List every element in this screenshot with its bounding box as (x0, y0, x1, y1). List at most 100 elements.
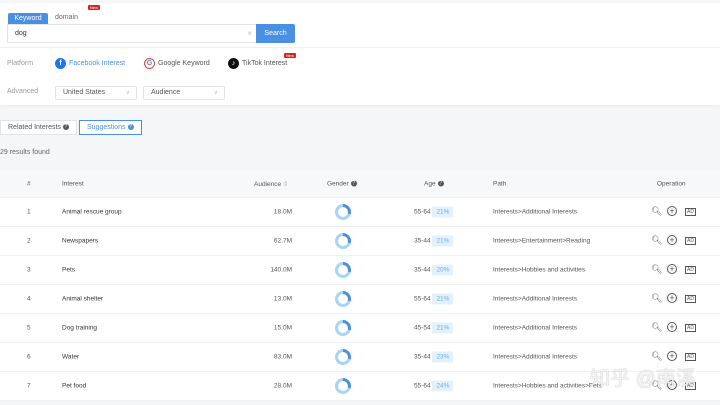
header-gender-label: Gender (327, 180, 349, 187)
age-cell: 45-54 21% (414, 322, 454, 334)
watermark: 知乎 @南溪 (590, 368, 696, 390)
header-age-label: Age (424, 180, 436, 187)
age-range: 35-44 (414, 237, 431, 245)
age-range: 45-54 (414, 324, 431, 332)
gender-donut-chart (335, 262, 351, 278)
age-cell: 35-44 23% (414, 351, 454, 363)
audience-size: 140.0M (270, 266, 292, 274)
gender-donut-chart (335, 233, 351, 249)
interest-path: Interests>Additional Interests (493, 353, 578, 361)
add-icon[interactable]: + (667, 351, 677, 361)
sort-icon: ⇕ (282, 180, 289, 188)
new-badge: New (88, 5, 101, 10)
tab-related-interests[interactable]: Related Interests? (0, 120, 77, 135)
table-header: # Interest Audience ⇕ Gender? Age? Path … (0, 170, 720, 198)
age-cell: 35-44 21% (414, 235, 454, 247)
platform-label-tiktok: TikTok Interest (242, 60, 288, 67)
search-icon[interactable]: 🔍︎ (651, 322, 662, 333)
gender-donut-chart (335, 320, 351, 336)
clear-icon[interactable]: × (247, 25, 252, 42)
interest-path: Interests>Entertainment>Reading (493, 237, 591, 245)
interest-name: Animal rescue group (62, 208, 122, 216)
platform-label: Platform (7, 60, 34, 67)
platform-tiktok[interactable]: ♪ TikTok Interest (228, 58, 287, 69)
advanced-label: Advanced (7, 88, 39, 95)
header-age: Age? (424, 180, 444, 187)
search-icon[interactable]: 🔍︎ (651, 206, 662, 217)
add-icon[interactable]: + (667, 264, 677, 274)
google-icon: G (144, 58, 155, 69)
add-icon[interactable]: + (667, 293, 677, 303)
platform-google[interactable]: G Google Keyword (144, 58, 210, 69)
ad-icon[interactable]: AD (685, 353, 696, 361)
gender-donut-chart (335, 349, 351, 365)
header-audience-label: Audience (254, 180, 282, 188)
audience-select[interactable]: Audience ∨ (143, 86, 225, 100)
age-percent: 21% (432, 293, 454, 305)
platform-facebook[interactable]: f Facebook Interest (55, 58, 125, 69)
divider (0, 47, 720, 48)
ad-icon[interactable]: AD (685, 266, 696, 274)
age-cell: 35-44 20% (414, 264, 454, 276)
ad-icon[interactable]: AD (685, 237, 696, 245)
new-badge: New (284, 53, 297, 58)
help-icon: ? (62, 124, 69, 131)
table-row: 3 Pets 140.0M 35-44 20% Interests>Hobbie… (0, 256, 720, 285)
tab-domain[interactable]: domain (55, 14, 78, 21)
age-range: 55-64 (414, 208, 431, 216)
header-gender: Gender? (327, 180, 357, 187)
interest-path: Interests>Hobbies and activities (493, 266, 585, 274)
row-index: 4 (27, 295, 31, 303)
search-icon[interactable]: 🔍︎ (651, 264, 662, 275)
search-input[interactable]: dog × (7, 24, 257, 43)
facebook-icon: f (55, 58, 66, 69)
age-cell: 55-64 24% (414, 380, 454, 392)
add-icon[interactable]: + (667, 235, 677, 245)
interest-path: Interests>Additional Interests (493, 324, 578, 332)
audience-size: 13.0M (273, 295, 292, 303)
country-value: United States (63, 89, 106, 96)
header-path: Path (493, 180, 507, 187)
help-icon: ? (127, 124, 134, 131)
search-icon[interactable]: 🔍︎ (651, 293, 662, 304)
gender-donut-chart (335, 291, 351, 307)
row-index: 6 (27, 353, 31, 361)
add-icon[interactable]: + (667, 322, 677, 332)
row-index: 7 (27, 382, 31, 390)
tab-label: Suggestions (87, 124, 126, 131)
search-button[interactable]: Search (256, 24, 295, 43)
gender-donut-chart (335, 378, 351, 394)
results-count: 29 results found (0, 149, 50, 156)
help-icon: ? (350, 180, 357, 187)
age-percent: 21% (432, 206, 454, 218)
tiktok-icon: ♪ (228, 58, 239, 69)
chevron-down-icon: ∨ (213, 90, 218, 96)
header-index: # (27, 180, 31, 187)
tab-suggestions[interactable]: Suggestions? (79, 120, 142, 135)
audience-size: 83.0M (273, 353, 292, 361)
help-icon: ? (437, 180, 444, 187)
ad-icon[interactable]: AD (685, 324, 696, 332)
audience-value: Audience (151, 89, 181, 96)
search-icon[interactable]: 🔍︎ (651, 235, 662, 246)
audience-size: 18.0M (273, 208, 292, 216)
age-percent: 24% (432, 380, 454, 392)
row-index: 2 (27, 237, 31, 245)
age-percent: 21% (432, 322, 454, 334)
interest-name: Water (62, 353, 80, 361)
interest-path: Interests>Hobbies and activities>Pets (493, 382, 602, 390)
age-cell: 55-64 21% (414, 293, 454, 305)
header-audience[interactable]: Audience ⇕ (254, 180, 288, 188)
tab-keyword[interactable]: Keyword (8, 13, 48, 24)
search-icon[interactable]: 🔍︎ (651, 351, 662, 362)
ad-icon[interactable]: AD (685, 208, 696, 216)
interest-name: Pets (62, 266, 76, 274)
country-select[interactable]: United States ∨ (55, 86, 137, 100)
ad-icon[interactable]: AD (685, 295, 696, 303)
search-panel: Keyword domain New dog × Search Platform … (0, 3, 720, 105)
age-range: 55-64 (414, 295, 431, 303)
header-interest: Interest (62, 180, 84, 187)
add-icon[interactable]: + (667, 206, 677, 216)
row-index: 1 (27, 208, 31, 216)
table-row: 1 Animal rescue group 18.0M 55-64 21% In… (0, 198, 720, 227)
